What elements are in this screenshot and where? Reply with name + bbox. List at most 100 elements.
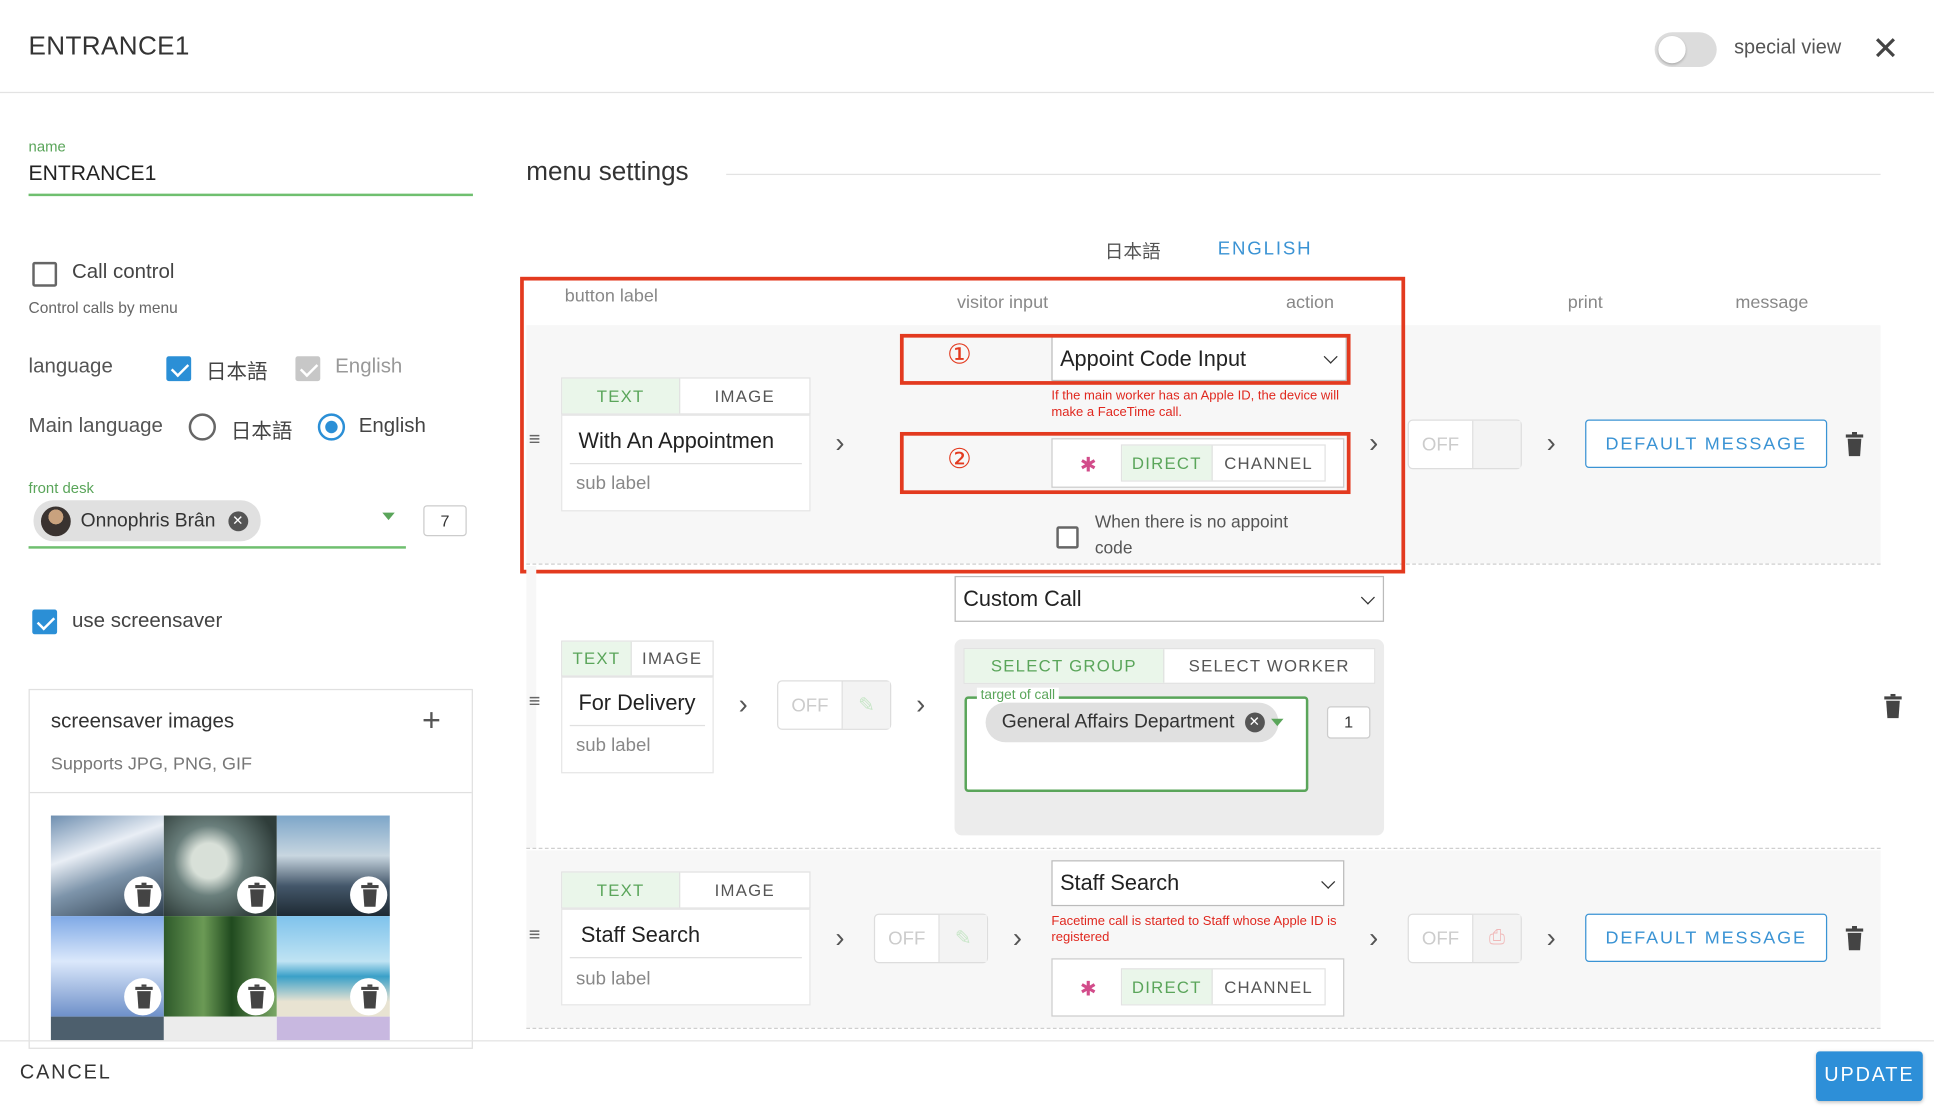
header-divider: [0, 91, 1934, 94]
front-desk-chip[interactable]: Onnophris Brân ✕: [33, 500, 261, 542]
add-image-icon[interactable]: +: [422, 704, 441, 736]
chevron-right-icon: ›: [1012, 922, 1022, 954]
close-icon[interactable]: ✕: [1872, 32, 1899, 64]
cancel-button[interactable]: CANCEL: [20, 1063, 112, 1085]
tab-text[interactable]: TEXT: [562, 872, 681, 908]
visitor-input-off-label: OFF: [875, 914, 940, 963]
card-divider: [29, 791, 472, 794]
delete-image-button[interactable]: [350, 876, 388, 914]
trash-icon: [135, 882, 153, 907]
action-select[interactable]: Custom Call: [954, 575, 1385, 622]
main-lang-en-radio[interactable]: [317, 413, 346, 441]
marker-2: ②: [947, 444, 972, 476]
main-lang-ja-radio[interactable]: [188, 413, 216, 441]
screensaver-image: [50, 1016, 164, 1041]
visitor-input-toggle[interactable]: OFF ✎: [873, 913, 989, 964]
footer-divider: [0, 1040, 1934, 1042]
chevron-right-icon: ›: [1369, 922, 1379, 954]
marker-1: ①: [947, 340, 972, 372]
highlight-box: [520, 276, 1406, 574]
main-language-label: Main language: [28, 414, 163, 437]
special-view-label: special view: [1734, 37, 1842, 59]
trash-icon: [248, 984, 266, 1009]
screensaver-title: screensaver images: [50, 710, 235, 733]
label-type-tabs: TEXT IMAGE: [561, 640, 714, 677]
col-print: print: [1567, 292, 1603, 313]
visitor-input-toggle[interactable]: OFF ✎: [777, 680, 892, 730]
action-select[interactable]: Staff Search: [1051, 860, 1345, 907]
update-button[interactable]: UPDATE: [1816, 1051, 1923, 1102]
screensaver-image: [276, 1016, 390, 1041]
target-count[interactable]: 1: [1326, 706, 1371, 739]
sub-label-input[interactable]: sub label: [576, 968, 651, 989]
front-desk-count[interactable]: 7: [423, 505, 467, 537]
tab-select-worker[interactable]: SELECT WORKER: [1164, 649, 1374, 683]
tab-direct[interactable]: DIRECT: [1122, 969, 1213, 1005]
tab-select-group[interactable]: SELECT GROUP: [964, 649, 1165, 683]
front-desk-underline: [28, 546, 406, 549]
dropdown-caret-icon[interactable]: [1271, 718, 1284, 727]
sub-label-input[interactable]: sub label: [576, 735, 651, 756]
chevron-down-icon: [1321, 874, 1336, 889]
pencil-icon: ✎: [939, 914, 987, 963]
screensaver-image: [163, 1016, 277, 1041]
chevron-right-icon: ›: [738, 688, 748, 720]
entrance-settings-dialog: ENTRANCE1 special view ✕ name ENTRANCE1 …: [0, 0, 1934, 1110]
lang-en-label: English: [335, 355, 403, 378]
lang-ja-label: 日本語: [206, 361, 268, 384]
label-divider: [569, 957, 802, 959]
delete-image-button[interactable]: [237, 876, 275, 914]
use-screensaver-checkbox[interactable]: [32, 609, 58, 635]
lang-ja-checkbox[interactable]: [166, 356, 192, 382]
drag-handle-icon[interactable]: ≡: [529, 692, 541, 712]
tab-image[interactable]: IMAGE: [632, 642, 713, 676]
button-label-input[interactable]: For Delivery: [578, 690, 700, 716]
trash-icon[interactable]: [1845, 431, 1865, 457]
print-toggle[interactable]: OFF ⎙: [1407, 913, 1522, 964]
screensaver-formats: Supports JPG, PNG, GIF: [50, 754, 252, 775]
delete-image-button[interactable]: [237, 978, 275, 1016]
trash-icon[interactable]: [1845, 926, 1865, 951]
remove-chip-icon[interactable]: ✕: [1244, 712, 1265, 733]
default-message-button[interactable]: DEFAULT MESSAGE: [1585, 419, 1828, 468]
label-divider: [569, 724, 706, 727]
name-field[interactable]: ENTRANCE1: [29, 161, 157, 186]
chevron-down-icon: [1360, 589, 1375, 604]
print-toggle[interactable]: OFF: [1407, 419, 1522, 470]
tab-japanese[interactable]: 日本語: [1105, 238, 1161, 264]
trash-icon[interactable]: [1883, 693, 1903, 719]
drag-handle-icon[interactable]: ≡: [529, 925, 541, 945]
remove-chip-icon[interactable]: ✕: [227, 510, 248, 531]
print-slot: [1473, 420, 1521, 468]
front-desk-person: Onnophris Brân: [80, 509, 216, 531]
target-type-tabs: SELECT GROUP SELECT WORKER: [963, 647, 1376, 684]
special-view-toggle[interactable]: [1654, 32, 1717, 68]
target-chip[interactable]: General Affairs Department ✕: [985, 702, 1279, 743]
row-divider: [526, 1027, 1881, 1030]
chevron-right-icon: ›: [1546, 427, 1556, 459]
main-lang-en-label: English: [358, 414, 426, 437]
col-message: message: [1735, 292, 1809, 313]
avatar: [40, 505, 71, 536]
delete-image-button[interactable]: [124, 876, 162, 914]
lang-en-checkbox[interactable]: [295, 356, 321, 382]
tab-image[interactable]: IMAGE: [680, 873, 809, 908]
trash-icon: [135, 984, 153, 1009]
name-label: name: [28, 137, 66, 156]
call-control-checkbox[interactable]: [32, 261, 58, 287]
printer-icon: ⎙: [1473, 914, 1521, 963]
tab-english[interactable]: ENGLISH: [1218, 238, 1313, 259]
dialog-title: ENTRANCE1: [28, 32, 190, 61]
chevron-right-icon: ›: [1546, 922, 1556, 954]
use-screensaver-label: use screensaver: [71, 609, 223, 632]
default-message-button[interactable]: DEFAULT MESSAGE: [1585, 913, 1828, 963]
print-off-label: OFF: [1409, 914, 1474, 963]
tab-channel[interactable]: CHANNEL: [1213, 969, 1325, 1004]
tab-text[interactable]: TEXT: [562, 641, 632, 676]
dropdown-caret-icon[interactable]: [382, 512, 395, 521]
delete-image-button[interactable]: [350, 978, 388, 1016]
visitor-input-off-label: OFF: [778, 681, 843, 729]
action-note: Facetime call is started to Staff whose …: [1051, 913, 1337, 945]
delete-image-button[interactable]: [124, 978, 162, 1016]
button-label-input[interactable]: Staff Search: [581, 922, 700, 948]
